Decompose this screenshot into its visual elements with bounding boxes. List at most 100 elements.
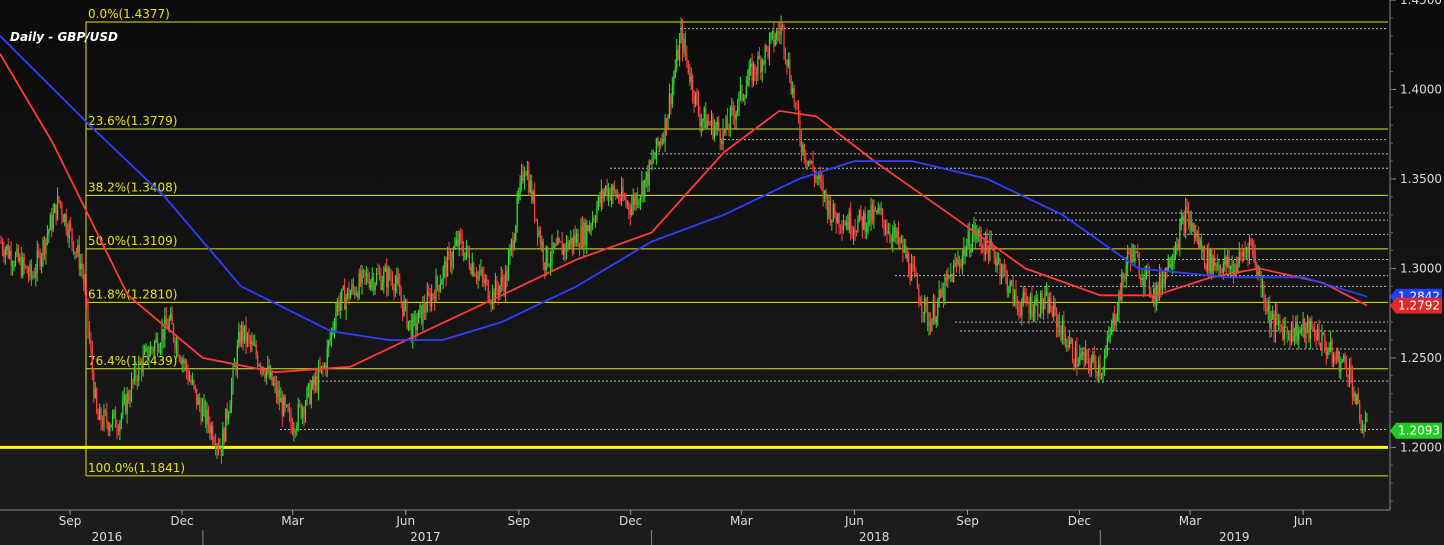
candle-body [91,350,93,373]
candle-body [713,127,715,138]
candle-body [478,272,481,274]
candle-body [1357,394,1359,403]
candle-body [1364,420,1367,429]
candle-body [679,39,681,60]
candle-body [1148,270,1150,292]
candle-body [1060,328,1062,340]
candle-body [1272,313,1274,319]
candle-body [1163,279,1165,285]
candle-body [578,246,581,249]
candle-body [1192,223,1194,232]
candle-body [413,316,415,318]
candle-body [826,199,829,215]
x-axis-month-label: Jun [844,514,864,528]
candle-body [473,263,475,276]
candle-body [763,60,765,64]
candle-body [358,273,360,298]
candle-body [1096,371,1098,377]
candle-body [51,215,53,230]
candle-body [1203,246,1206,265]
candle-body [431,293,433,307]
candle-body [1082,352,1084,355]
candle-body [1301,329,1303,331]
candle-body [870,205,872,224]
candle-body [687,60,689,74]
candle-body [387,269,389,288]
candle-body [832,203,834,220]
candle-body [1215,264,1217,267]
candle-body [1095,360,1097,372]
candle-body [747,79,749,87]
candle-body [905,245,907,259]
candle-body [697,98,700,115]
candle-body [1202,246,1204,252]
candle-body [470,267,472,274]
candle-body [438,285,440,292]
candle-body [1083,352,1085,363]
candle-body [62,215,64,223]
candle-body [155,337,157,343]
candle-body [592,218,594,226]
candle-body [542,242,544,263]
candle-body [538,230,540,236]
candle-body [951,273,953,282]
candle-body [349,292,352,299]
candle-body [921,305,923,313]
candle-body [668,93,671,116]
candle-body [1179,225,1181,248]
candle-body [278,390,280,403]
candle-body [1125,265,1127,280]
candle-body [1134,251,1136,263]
candle-body [70,223,72,229]
candle-body [106,412,108,423]
x-axis-year-label: 2018 [859,530,890,544]
candle-body [564,244,566,252]
candle-body [22,257,24,276]
candle-body [889,231,891,238]
candle-body [304,404,307,416]
candle-body [692,75,694,96]
candle-body [252,341,254,346]
candle-body [313,377,315,386]
candle-body [967,231,969,246]
candle-body [626,202,628,204]
candle-body [284,397,286,406]
candle-body [258,365,260,367]
candle-body [467,246,469,255]
candle-body [249,338,251,344]
candle-body [864,212,866,233]
candle-body [128,393,130,401]
candle-body [99,409,101,420]
candle-body [1080,354,1082,356]
candle-body [373,277,375,290]
candle-body [104,410,106,413]
candle-body [570,237,572,244]
candle-body [518,194,520,198]
candle-body [729,108,731,129]
candle-body [1015,289,1017,303]
candle-body [1048,297,1050,314]
candle-body [1066,345,1068,347]
candle-body [944,277,946,302]
candle-body [280,397,282,403]
candle-body [903,245,905,253]
candle-body [125,395,127,414]
candle-body [201,406,204,421]
candle-body [1019,312,1021,316]
candle-body [879,207,881,211]
candle-body [639,196,642,201]
candle-body [674,68,676,77]
candle-body [100,409,102,424]
candle-body [882,209,884,220]
candle-body [581,226,584,247]
candle-body [941,287,943,297]
candle-body [1298,330,1300,342]
candle-body [532,191,534,201]
candle-body [1186,207,1188,209]
candle-body [1122,272,1124,279]
candle-body [78,245,80,269]
candle-body [1219,264,1222,270]
candle-body [1285,326,1287,328]
candle-body [815,176,817,179]
candle-body [648,161,650,186]
